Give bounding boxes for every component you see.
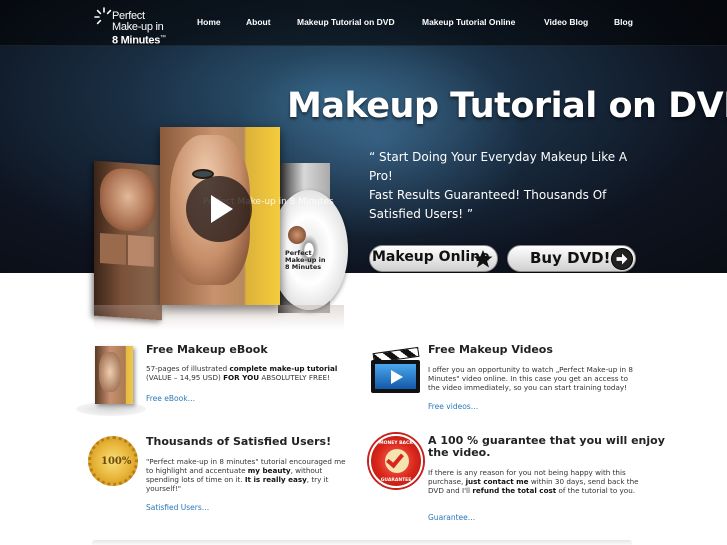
ebook-cover-icon[interactable]	[95, 346, 133, 404]
money-back-badge-icon: MONEY BACK GUARANTEE	[369, 434, 423, 488]
star-icon	[472, 248, 494, 270]
guarantee-desc-bold1: just contact me	[465, 477, 529, 486]
ebook-desc-part2: (VALUE – 14,95 USD)	[146, 373, 224, 382]
free-videos-link[interactable]: Free videos…	[428, 402, 478, 411]
disc-portrait	[288, 226, 306, 244]
product-reflection	[94, 305, 344, 330]
site-logo[interactable]: Perfect Make-up in 8 Minutes™	[93, 2, 183, 46]
users-testimonial: "Perfect make-up in 8 minutes" tutorial …	[146, 457, 354, 493]
ebook-desc-bold2: FOR YOU	[223, 373, 260, 382]
seal-text: 100%	[101, 456, 132, 467]
play-video-button[interactable]	[186, 176, 252, 242]
free-ebook-link[interactable]: Free eBook…	[146, 394, 195, 403]
guarantee-title-line2: the video.	[428, 446, 491, 459]
ebook-desc-bold1: complete make-up tutorial	[229, 364, 338, 373]
clapper-body	[371, 360, 420, 393]
ebook-desc-part3: ABSOLUTELY FREE!	[259, 373, 330, 382]
guarantee-title: A 100 % guarantee that you will enjoy the…	[428, 435, 665, 459]
badge-top-text: MONEY BACK	[379, 441, 413, 446]
hero-quote: “ Start Doing Your Everyday Makeup Like …	[369, 148, 639, 224]
play-icon	[391, 370, 403, 384]
page-title: Makeup Tutorial on DVD	[287, 86, 727, 126]
quality-seal-icon: 100%	[88, 436, 138, 486]
ebook-title: Free Makeup eBook	[146, 343, 268, 356]
ebook-description: 57-pages of illustrated complete make-up…	[146, 364, 346, 382]
buy-dvd-button[interactable]: Buy DVD!	[507, 245, 636, 272]
nav-makeup-tutorial-dvd[interactable]: Makeup Tutorial on DVD	[297, 17, 395, 27]
nav-video-blog[interactable]: Video Blog	[544, 17, 588, 27]
videos-description: I offer you an opportunity to watch „Per…	[428, 365, 633, 392]
logo-text: Perfect Make-up in 8 Minutes™	[112, 11, 166, 47]
nav-makeup-tutorial-online[interactable]: Makeup Tutorial Online	[422, 17, 515, 27]
logo-trademark: ™	[160, 35, 166, 41]
thumbnail-portrait	[100, 233, 126, 265]
checkmark-icon	[386, 449, 404, 469]
ebook-desc-part1: 57-pages of illustrated	[146, 364, 230, 373]
guarantee-description: If there is any reason for you not being…	[428, 468, 640, 495]
disc-label-line3: 8 Minutes	[285, 263, 322, 271]
top-navigation: Perfect Make-up in 8 Minutes™ Home About…	[0, 0, 727, 46]
arrow-right-icon	[611, 248, 633, 270]
nav-blog[interactable]: Blog	[614, 17, 633, 27]
guarantee-desc-part3: of the tutorial to you.	[556, 486, 636, 495]
video-clapperboard-icon[interactable]	[371, 346, 420, 394]
buy-dvd-label: Buy DVD!	[530, 249, 611, 267]
thumbnail-portrait	[128, 235, 154, 267]
nav-about[interactable]: About	[246, 17, 271, 27]
guarantee-desc-bold2: refund the total cost	[472, 486, 557, 495]
video-screen	[375, 364, 416, 389]
play-icon	[211, 195, 233, 223]
disc-label: Perfect Make-up in 8 Minutes	[285, 250, 326, 271]
satisfied-users-link[interactable]: Satisfied Users…	[146, 503, 209, 512]
footer-divider	[92, 540, 632, 545]
badge-inner	[385, 449, 409, 473]
users-desc-bold2: It is really easy	[244, 475, 307, 484]
ebook-portrait	[99, 352, 121, 392]
logo-line3: 8 Minutes	[112, 34, 161, 47]
videos-title: Free Makeup Videos	[428, 343, 553, 356]
badge-bottom-text: GUARANTEE	[380, 478, 412, 483]
nav-home[interactable]: Home	[197, 17, 221, 27]
hero-quote-line1: “ Start Doing Your Everyday Makeup Like …	[369, 150, 628, 183]
logo-line2: Make-up in	[112, 21, 164, 33]
guarantee-link[interactable]: Guarantee…	[428, 513, 475, 522]
model-portrait	[100, 167, 156, 233]
users-title: Thousands of Satisfied Users!	[146, 435, 332, 448]
hero-quote-line2: Fast Results Guaranteed! Thousands Of Sa…	[369, 188, 607, 221]
dvd-disc: Perfect Make-up in 8 Minutes	[270, 190, 348, 310]
users-desc-bold1: my beauty	[247, 466, 291, 475]
makeup-online-button[interactable]: Makeup Online	[369, 245, 498, 272]
ebook-shadow	[76, 402, 146, 416]
product-box-side	[94, 160, 162, 321]
